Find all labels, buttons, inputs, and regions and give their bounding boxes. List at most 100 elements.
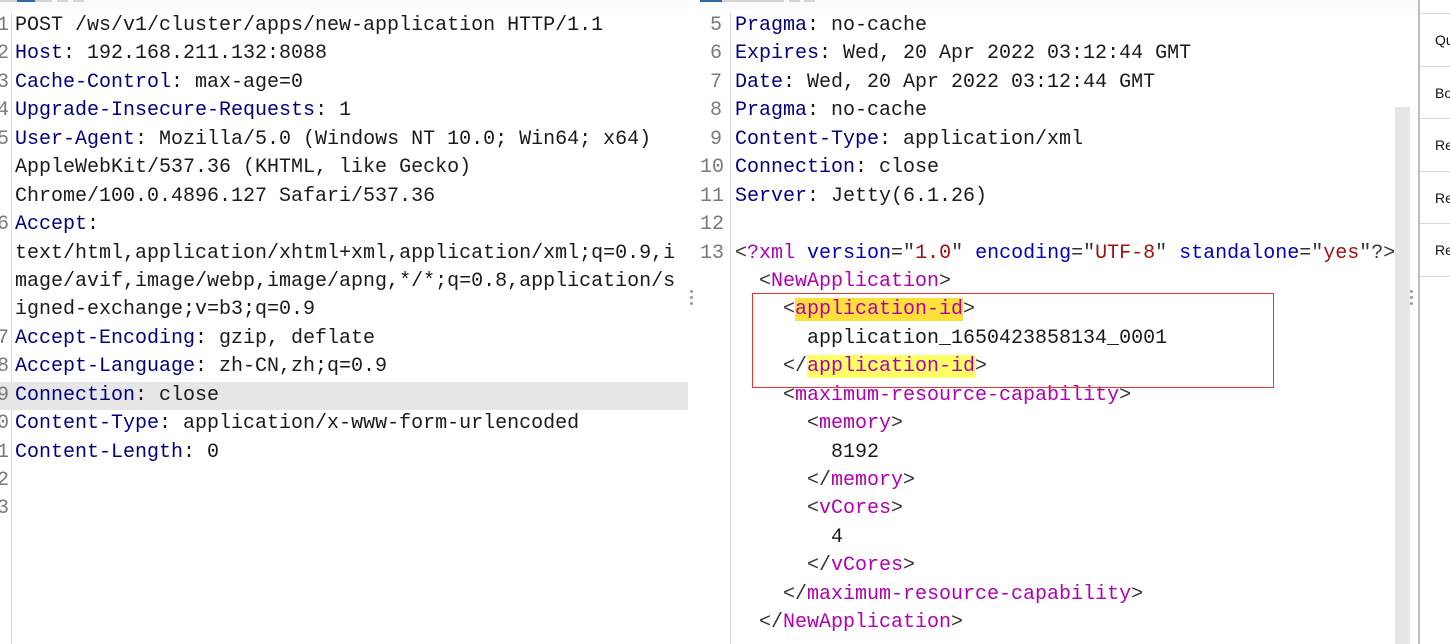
line-number: 9 [709,127,722,151]
code-line[interactable]: 9 Content-Type: application/xml [700,126,1418,154]
code-line[interactable]: 12 [700,211,1418,239]
response-tab-active[interactable] [700,0,722,2]
code-line[interactable]: 6 Expires: Wed, 20 Apr 2022 03:12:44 GMT [700,40,1418,68]
request-editor-pane[interactable]: 1 POST /ws/v1/cluster/apps/new-applicatio… [0,0,688,644]
response-text-area[interactable]: 5 Pragma: no-cache 6 Expires: Wed, 20 Apr 2… [700,12,1418,644]
code-line[interactable]: 5 User-Agent: Mozilla/5.0 (Windows NT 10.… [0,126,688,154]
side-splitter-handle[interactable] [1410,290,1414,308]
code-line[interactable]: 7 Accept-Encoding: gzip, deflate [0,325,688,353]
code-line[interactable]: </vCores> [700,552,1418,580]
request-tab-active[interactable] [17,0,35,2]
code-line[interactable]: 13 [0,495,688,523]
pane-splitter-handle[interactable] [690,290,694,308]
code-line[interactable]: 7 Date: Wed, 20 Apr 2022 03:12:44 GMT [700,69,1418,97]
xml-tag-name: NewApplication [783,611,952,635]
response-scrollbar[interactable] [1395,107,1410,644]
header-name: Accept [15,213,88,237]
code-line[interactable]: </NewApplication> [700,609,1418,637]
line-number: 8 [0,355,9,379]
code-line[interactable]: text/html,application/xhtml+xml,applicat… [0,240,688,268]
line-number: 2 [0,42,9,66]
code-token: Chrome/100.0.4896.127 Safari/537.36 [15,184,436,208]
code-line[interactable]: 3 Cache-Control: max-age=0 [0,69,688,97]
line-text: igned-exchange;v=b3;q=0.9 [15,296,315,324]
code-line[interactable]: 8 Pragma: no-cache [700,97,1418,125]
code-line[interactable]: 2 Host: 192.168.211.132:8088 [0,40,688,68]
code-line[interactable]: 10Content-Type: application/x-www-form-u… [0,410,688,438]
code-token: : Wed, 20 Apr 2022 03:12:44 GMT [819,42,1192,66]
request-tab-hex[interactable] [35,0,52,2]
code-token: : [87,213,100,237]
code-line[interactable]: 12 [0,467,688,495]
inspector-section-item[interactable]: Qu [1420,13,1450,66]
code-line[interactable]: 6 Accept: [0,211,688,239]
response-tab-raw[interactable] [722,0,784,2]
code-line[interactable]: 11 Server: Jetty(6.1.26) [700,183,1418,211]
code-line[interactable]: 11Content-Length: 0 [0,439,688,467]
line-text: <NewApplication> [735,268,951,296]
code-line[interactable]: <application-id> [700,296,1418,324]
code-token: : 0 [183,440,220,464]
code-line[interactable]: <memory> [700,410,1418,438]
line-number: 13 [700,241,725,265]
code-token: 4 [735,525,844,549]
code-line[interactable]: </memory> [700,467,1418,495]
splitter-dot [1410,296,1413,299]
line-number: 11 [700,184,725,208]
code-line[interactable]: 1 POST /ws/v1/cluster/apps/new-applicatio… [0,12,688,40]
code-line[interactable]: 8 Accept-Language: zh-CN,zh;q=0.9 [0,353,688,381]
inspector-section-item[interactable]: Re [1420,118,1450,171]
code-token: > [891,497,904,521]
request-tab-pretty[interactable] [0,0,17,2]
code-line[interactable]: igned-exchange;v=b3;q=0.9 [0,296,688,324]
code-token: : application/xml [879,127,1084,151]
response-tab-option-2[interactable] [804,0,815,2]
line-number: 7 [0,326,9,350]
code-line[interactable]: 4 [700,524,1418,552]
line-text: </memory> [735,467,915,495]
code-token: : zh-CN,zh;q=0.9 [195,355,388,379]
line-number: 10 [700,156,725,180]
line-text: User-Agent: Mozilla/5.0 (Windows NT 10.0… [15,126,651,154]
line-number: 8 [709,99,722,123]
code-line[interactable]: </maximum-resource-capability> [700,581,1418,609]
code-line[interactable]: 13 <?xml version="1.0" encoding="UTF-8" s… [700,240,1418,268]
code-line[interactable]: <NewApplication> [700,268,1418,296]
code-token: < [735,497,820,521]
request-text-area[interactable]: 1 POST /ws/v1/cluster/apps/new-applicatio… [0,12,688,644]
code-token: : Jetty(6.1.26) [807,184,988,208]
line-text: 4 [735,524,843,552]
code-line[interactable]: <maximum-resource-capability> [700,382,1418,410]
line-number: 7 [709,70,722,94]
header-name: User-Agent [15,127,136,151]
inspector-section-item[interactable]: Re [1420,170,1450,224]
code-line[interactable]: 10 Connection: close [700,154,1418,182]
code-line[interactable]: application_1650423858134_0001 [700,325,1418,353]
code-line[interactable]: Chrome/100.0.4896.127 Safari/537.36 [0,183,688,211]
code-line[interactable]: 4 Upgrade-Insecure-Requests: 1 [0,97,688,125]
code-line[interactable]: <vCores> [700,495,1418,523]
inspector-section-item[interactable]: Bo [1420,65,1450,119]
code-line[interactable]: 5 Pragma: no-cache [700,12,1418,40]
header-name: Pragma [735,99,808,123]
request-tab-option-2[interactable] [73,0,84,2]
code-token: AppleWebKit/537.36 (KHTML, like Gecko) [15,156,472,180]
code-line[interactable]: AppleWebKit/537.36 (KHTML, like Gecko) [0,154,688,182]
response-editor-pane[interactable]: 5 Pragma: no-cache 6 Expires: Wed, 20 Apr 2… [700,0,1418,644]
xml-tag-name: maximum-resource-capability [795,383,1120,407]
header-name: Connection [735,156,856,180]
line-text: Cache-Control: max-age=0 [15,69,303,97]
inspector-section-item[interactable]: Re [1420,223,1450,276]
line-text: Server: Jetty(6.1.26) [735,183,987,211]
code-line[interactable]: mage/avif,image/webp,image/apng,*/*;q=0.… [0,268,688,296]
code-line[interactable]: 9 Connection: close [0,381,688,411]
request-tab-option-1[interactable] [57,0,68,2]
line-number: 12 [700,213,725,237]
code-token: version [795,241,892,265]
response-tab-option-1[interactable] [789,0,800,2]
code-token: : close [855,156,940,180]
line-text: Accept-Language: zh-CN,zh;q=0.9 [15,353,387,381]
code-token: 1.0 [915,241,952,265]
code-line[interactable]: 8192 [700,439,1418,467]
code-line[interactable]: </application-id> [700,353,1418,381]
